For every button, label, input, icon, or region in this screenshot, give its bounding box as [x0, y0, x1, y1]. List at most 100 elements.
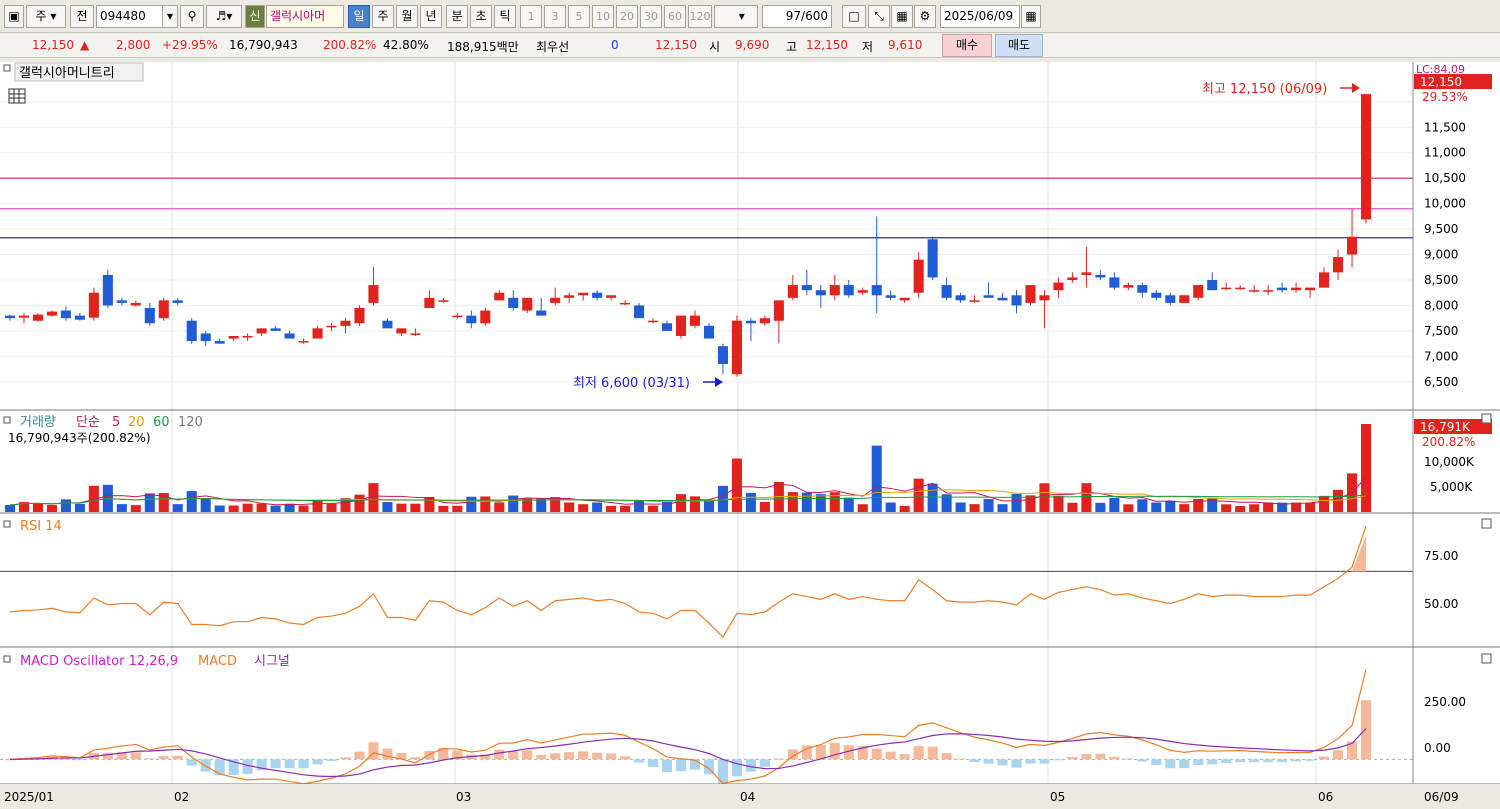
close-icon[interactable] [1481, 413, 1492, 424]
search-icon[interactable]: ⚲ [180, 5, 204, 28]
rsi-tick: 50.00 [1424, 597, 1458, 611]
candle-body [1011, 295, 1022, 306]
interval-10[interactable]: 10 [592, 5, 614, 28]
high-annotation: 최고 12,150 (06/09) [1202, 82, 1327, 97]
close-icon[interactable] [1481, 653, 1492, 664]
volume-tick: 5,000K [1430, 480, 1473, 494]
macd-oscillator-bar [270, 759, 281, 769]
macd-tick: 0.00 [1424, 741, 1451, 755]
count-input[interactable]: 97/600 [762, 5, 832, 28]
tab-week[interactable]: 주 [372, 5, 394, 28]
volume-bar [536, 498, 547, 512]
interval-20[interactable]: 20 [616, 5, 638, 28]
candle-body [256, 328, 267, 334]
volume-bar [1109, 497, 1120, 512]
candle-body [116, 300, 127, 303]
close-icon[interactable] [1481, 518, 1492, 529]
volume-bar [1165, 500, 1176, 512]
chart-area[interactable]: 갤럭시아머니트리 최고 12,150 (06/09) 최저 6,600 (03/… [0, 62, 1500, 809]
prev-button[interactable]: 전 [70, 5, 94, 28]
macd-oscillator-bar [1011, 759, 1022, 768]
interval-120[interactable]: 120 [688, 5, 712, 28]
priority-value: 0 [611, 38, 619, 52]
candle-body [1137, 285, 1148, 293]
macd-oscillator-bar [550, 753, 561, 760]
window-icon[interactable]: ▣ [4, 5, 24, 28]
interval-3[interactable]: 3 [544, 5, 566, 28]
trend-line-icon[interactable]: ⤡ [868, 5, 890, 28]
macd-oscillator-bar [1151, 759, 1162, 765]
macd-oscillator-bar [1221, 759, 1232, 764]
sell-button[interactable]: 매도 [995, 34, 1043, 57]
candle-body [983, 295, 994, 298]
interval-1[interactable]: 1 [520, 5, 542, 28]
date-label: 06/09 [1424, 790, 1459, 804]
volume-bar [815, 494, 826, 512]
tab-second[interactable]: 초 [470, 5, 492, 28]
macd-oscillator-bar [1165, 759, 1176, 769]
volume-value: 16,790,943 [229, 38, 298, 52]
speaker-icon[interactable]: ♬▾ [206, 5, 242, 28]
volume-bar [578, 504, 589, 512]
tab-year[interactable]: 년 [420, 5, 442, 28]
candle-body [340, 320, 351, 326]
date-input[interactable]: 2025/06/09 [940, 5, 1020, 28]
stock-chart[interactable]: 갤럭시아머니트리 최고 12,150 (06/09) 최저 6,600 (03/… [0, 62, 1500, 809]
volume-pct-tag: 200.82% [1422, 435, 1475, 449]
volume-title: 거래량 [20, 415, 56, 430]
candle-body [1193, 285, 1204, 298]
candle-body [4, 315, 16, 319]
macd-oscillator-bar [1025, 759, 1036, 764]
candle-body [955, 295, 966, 301]
macd-oscillator-bar [410, 757, 421, 760]
macd-oscillator-bar [1249, 759, 1260, 763]
table-icon[interactable] [8, 88, 26, 104]
gear-icon[interactable]: ⚙ [914, 5, 936, 28]
volume-bar [438, 505, 449, 512]
macd-oscillator-bar [620, 756, 631, 760]
count-value: 97 [785, 9, 802, 23]
macd-oscillator-bar [144, 758, 155, 760]
tab-month[interactable]: 월 [396, 5, 418, 28]
interval-5[interactable]: 5 [568, 5, 590, 28]
macd-oscillator-bar [578, 751, 589, 760]
tab-tick[interactable]: 틱 [494, 5, 516, 28]
candle-body [480, 310, 491, 324]
volume-ratio: 200.82% [323, 38, 377, 52]
candle-body [648, 320, 659, 323]
interval-60[interactable]: 60 [664, 5, 686, 28]
volume-bar [1249, 504, 1260, 512]
tab-minute[interactable]: 분 [446, 5, 468, 28]
tab-day[interactable]: 일 [348, 5, 370, 28]
period-select[interactable]: 주 ▾ [26, 5, 66, 28]
period-select-value: 주 [35, 9, 47, 23]
save-icon[interactable]: ▦ [891, 5, 913, 28]
calendar-icon[interactable]: ▦ [1021, 5, 1041, 28]
candle-body [1291, 287, 1302, 291]
macd-oscillator-bar [997, 759, 1008, 766]
macd-oscillator-bar [340, 757, 351, 760]
volume-bar [60, 499, 71, 512]
candle-body [410, 333, 421, 335]
volume-bar [116, 504, 127, 512]
candle-body [801, 285, 812, 291]
date-label: 2025/01 [4, 790, 54, 804]
stock-code-value: 094480 [100, 9, 146, 23]
candle-type-icon[interactable]: □ [842, 5, 866, 28]
macd-oscillator-bar [592, 752, 603, 760]
macd-oscillator-bar [941, 753, 952, 760]
interval-30[interactable]: 30 [640, 5, 662, 28]
candle-body [1333, 257, 1344, 273]
candle-body [1235, 287, 1246, 290]
candle-body [354, 308, 365, 324]
new-badge[interactable]: 신 [245, 5, 265, 28]
high-label: 고 [786, 40, 798, 54]
chevron-down-icon[interactable]: ▾ [162, 5, 178, 28]
buy-button[interactable]: 매수 [942, 34, 992, 57]
interval-select[interactable]: ▾ [714, 5, 758, 28]
candle-body [871, 285, 882, 296]
macd-oscillator-bar [899, 754, 910, 760]
candle-body [46, 311, 57, 316]
volume-bar [634, 500, 645, 512]
volume-bar [913, 478, 924, 512]
